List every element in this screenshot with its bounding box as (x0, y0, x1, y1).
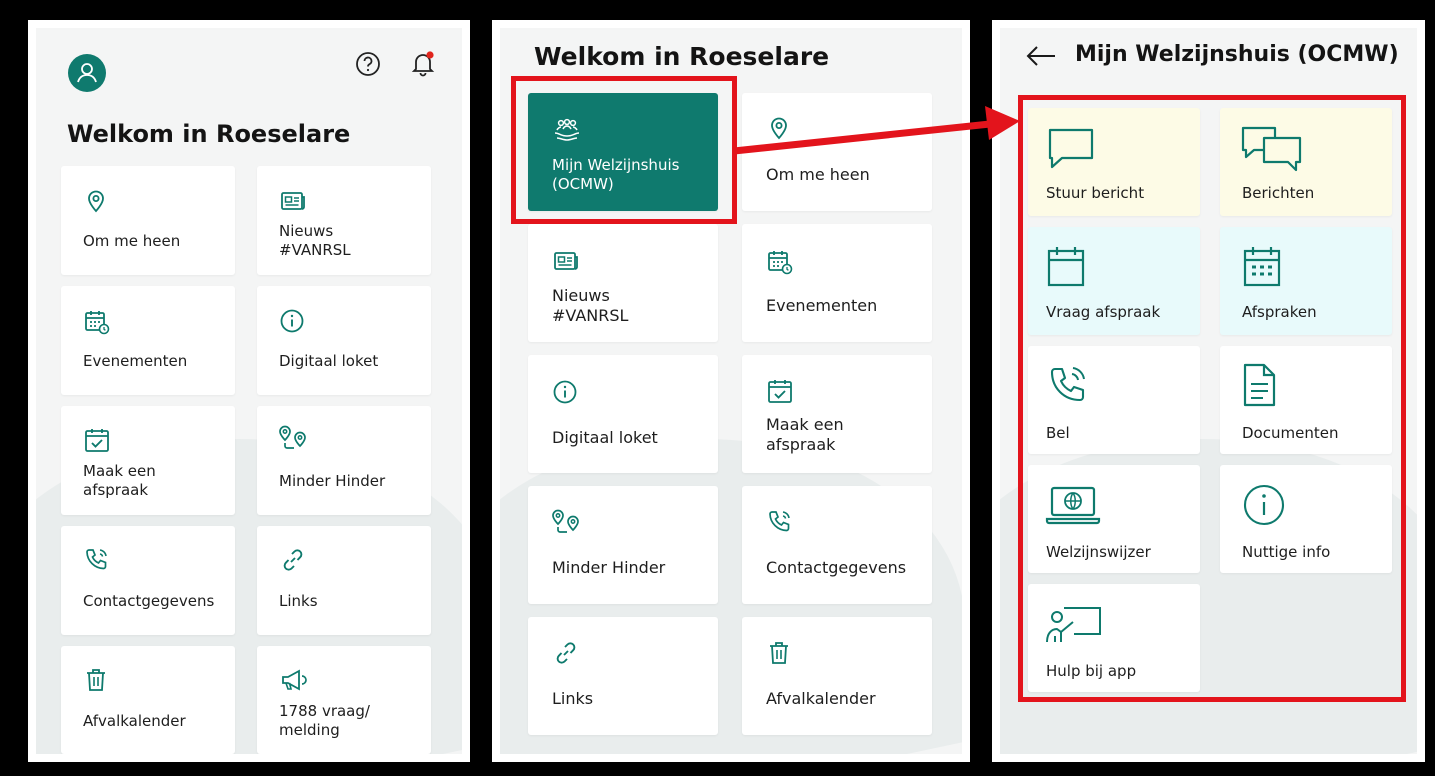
tile-label: Nuttige info (1242, 543, 1331, 561)
tile-label: Minder Hinder (279, 472, 386, 490)
tile-label: 1788 vraag/ melding (279, 702, 370, 739)
tile-digitaal-loket[interactable]: Digitaal loket (257, 286, 431, 395)
info-icon (552, 379, 578, 405)
tile-nuttige-info[interactable]: Nuttige info (1220, 465, 1392, 573)
tile-label: Afvalkalender (766, 689, 876, 708)
tile-nieuws[interactable]: Nieuws #VANRSL (528, 224, 718, 342)
tile-label: Maak een afspraak (83, 462, 156, 499)
tile-mijn-welzijnshuis[interactable]: Mijn Welzijnshuis (OCMW) (528, 93, 718, 211)
tile-evenementen[interactable]: Evenementen (61, 286, 235, 395)
tile-label: Minder Hinder (552, 558, 666, 577)
tile-minder-hinder[interactable]: Minder Hinder (257, 406, 431, 515)
tile-label: Nieuws #VANRSL (552, 286, 629, 325)
tile-label: Afvalkalender (83, 712, 186, 730)
tile-label: Om me heen (766, 165, 870, 184)
megaphone-icon (279, 666, 309, 694)
info-icon (1242, 483, 1286, 527)
calendar-check-icon (766, 377, 794, 405)
tile-vraag-afspraak[interactable]: Vraag afspraak (1028, 227, 1200, 335)
tile-afvalkalender[interactable]: Afvalkalender (742, 617, 932, 735)
tile-1788-vraag-melding[interactable]: 1788 vraag/ melding (257, 646, 431, 754)
page-title: Welkom in Roeselare (67, 120, 351, 148)
avatar-icon[interactable] (68, 54, 106, 92)
tile-label: Evenementen (83, 352, 188, 370)
phone-icon (83, 546, 111, 574)
tile-documenten[interactable]: Documenten (1220, 346, 1392, 454)
trash-icon (766, 639, 792, 667)
phone-icon (766, 508, 794, 536)
location-pin-icon (83, 188, 109, 214)
tile-links[interactable]: Links (257, 526, 431, 635)
tile-label: Digitaal loket (279, 352, 379, 370)
route-pins-icon (277, 424, 309, 452)
phone-screen-home: Welkom in Roeselare Om me heen Nieuws #V… (28, 20, 470, 762)
tile-maak-een-afspraak[interactable]: Maak een afspraak (742, 355, 932, 473)
calendar-clock-icon (83, 308, 111, 336)
chat-bubbles-icon (1240, 124, 1304, 172)
arrow-left-icon[interactable] (1024, 44, 1058, 68)
tile-label: Berichten (1242, 184, 1315, 202)
location-pin-icon (766, 115, 792, 141)
tile-label: Bel (1046, 424, 1070, 442)
laptop-globe-icon (1044, 485, 1102, 525)
calendar-check-icon (83, 426, 111, 454)
calendar-grid-icon (1242, 245, 1282, 289)
tile-maak-een-afspraak[interactable]: Maak een afspraak (61, 406, 235, 515)
tile-label: Links (552, 689, 594, 708)
tile-label: Digitaal loket (552, 428, 658, 447)
phone-screen-welzijnshuis: Mijn Welzijnshuis (OCMW) Stuur bericht B… (992, 20, 1425, 762)
tile-label: Documenten (1242, 424, 1339, 442)
tile-label: Hulp bij app (1046, 662, 1137, 680)
calendar-icon (1046, 245, 1086, 289)
tile-label: Links (279, 592, 318, 610)
page-title: Welkom in Roeselare (534, 42, 830, 71)
tile-label: Stuur bericht (1046, 184, 1145, 202)
tile-berichten[interactable]: Berichten (1220, 108, 1392, 216)
newspaper-icon (279, 188, 307, 214)
tile-label: Om me heen (83, 232, 181, 250)
info-icon (279, 308, 305, 334)
tile-om-me-heen[interactable]: Om me heen (742, 93, 932, 211)
phone-call-icon (1046, 364, 1090, 408)
tile-afspraken[interactable]: Afspraken (1220, 227, 1392, 335)
tile-label: Maak een afspraak (766, 415, 844, 454)
tile-stuur-bericht[interactable]: Stuur bericht (1028, 108, 1200, 216)
tile-links[interactable]: Links (528, 617, 718, 735)
link-icon (552, 639, 580, 667)
tile-bel[interactable]: Bel (1028, 346, 1200, 454)
tile-label: Welzijnswijzer (1046, 543, 1151, 561)
tile-label: Evenementen (766, 296, 878, 315)
tile-label: Vraag afspraak (1046, 303, 1161, 321)
help-icon[interactable] (354, 50, 382, 78)
tile-nieuws[interactable]: Nieuws #VANRSL (257, 166, 431, 275)
bell-icon[interactable] (408, 48, 438, 78)
tile-label: Mijn Welzijnshuis (OCMW) (552, 156, 680, 193)
chat-bubble-icon (1046, 126, 1096, 170)
tile-label: Afspraken (1242, 303, 1317, 321)
tile-label: Contactgegevens (766, 558, 907, 577)
page-title: Mijn Welzijnshuis (OCMW) (1075, 42, 1399, 67)
newspaper-icon (552, 248, 580, 274)
tile-welzijnswijzer[interactable]: Welzijnswijzer (1028, 465, 1200, 573)
tile-contactgegevens[interactable]: Contactgegevens (61, 526, 235, 635)
link-icon (279, 546, 307, 574)
tile-om-me-heen[interactable]: Om me heen (61, 166, 235, 275)
tile-label: Contactgegevens (83, 592, 215, 610)
people-hands-icon (552, 117, 582, 143)
document-icon (1242, 362, 1278, 408)
tile-hulp-bij-app[interactable]: Hulp bij app (1028, 584, 1200, 692)
tile-afvalkalender[interactable]: Afvalkalender (61, 646, 235, 754)
presenter-icon (1044, 604, 1104, 646)
calendar-clock-icon (766, 248, 794, 276)
trash-icon (83, 666, 109, 694)
tile-contactgegevens[interactable]: Contactgegevens (742, 486, 932, 604)
tile-evenementen[interactable]: Evenementen (742, 224, 932, 342)
tile-digitaal-loket[interactable]: Digitaal loket (528, 355, 718, 473)
phone-screen-home-highlighted: Welkom in Roeselare Mijn Welzijnshuis (O… (492, 20, 970, 762)
route-pins-icon (550, 508, 582, 536)
tile-label: Nieuws #VANRSL (279, 222, 351, 259)
tile-minder-hinder[interactable]: Minder Hinder (528, 486, 718, 604)
